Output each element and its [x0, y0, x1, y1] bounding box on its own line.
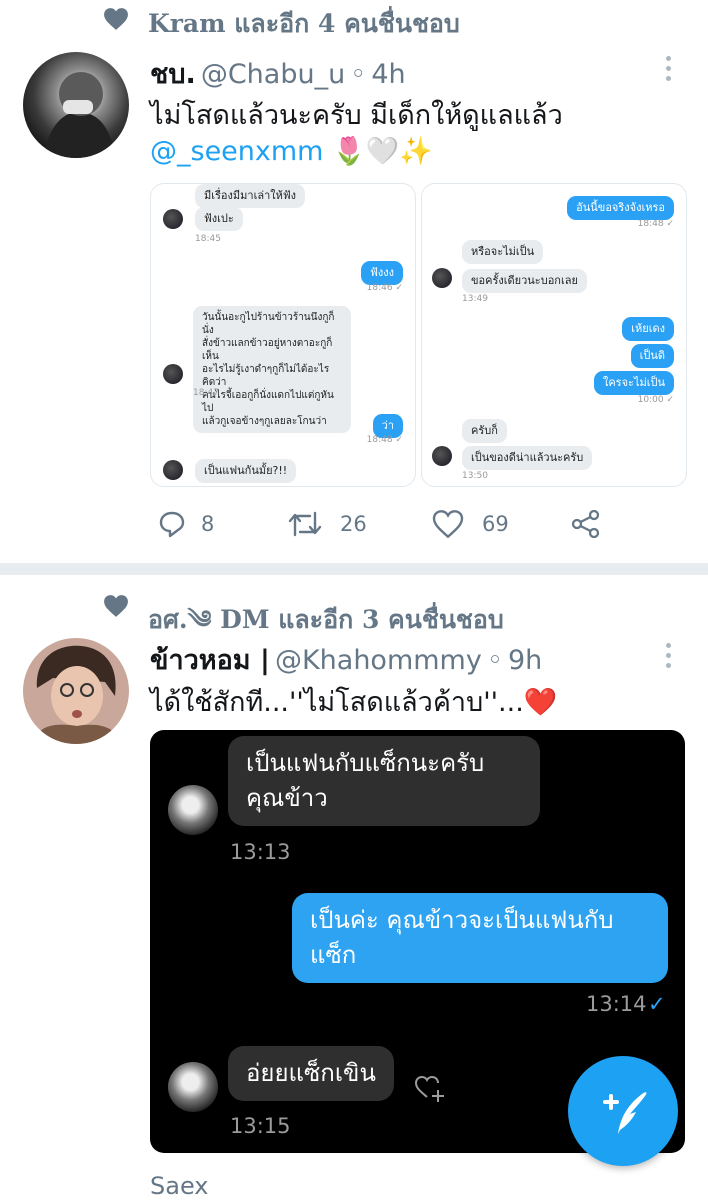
liked-by-text[interactable]: Kram และอีก 4 คนชื่นชอบ	[148, 4, 460, 44]
like-count: 69	[482, 512, 509, 536]
like-icon	[432, 510, 464, 539]
tweet-text: ไม่โสดแล้วนะครับ มีเด็กให้ดูแลแล้ว	[150, 100, 563, 131]
liked-heart-icon	[103, 7, 129, 31]
display-name[interactable]: ข้าวหอม |	[150, 645, 270, 676]
retweet-button[interactable]: 26	[287, 509, 367, 539]
message-time: 13:14	[586, 992, 647, 1016]
separator: ◦	[486, 645, 503, 676]
like-button[interactable]: 69	[432, 509, 509, 539]
message-time: 18:48 ✓	[366, 435, 403, 445]
message-bubble: มีเรื่องมีมาเล่าให้ฟัง	[195, 184, 306, 208]
user-line: ชบ. @Chabu_u ◦ 4h	[150, 52, 406, 95]
more-icon[interactable]	[666, 56, 672, 86]
share-button[interactable]	[570, 508, 602, 544]
message-bubble: ใครจะไม่เป็น	[593, 371, 674, 395]
retweet-count: 26	[340, 512, 367, 536]
timestamp[interactable]: 9h	[508, 645, 542, 676]
media-right[interactable]: อันนี้ขอจริงจังเหรอ 18:48 ✓ หรือจะไม่เป็…	[421, 183, 687, 487]
message-bubble: เป็นแฟนกับแซ็กนะครับ คุณข้าว	[228, 736, 540, 826]
message-bubble: หรือจะไม่เป็น	[462, 240, 544, 264]
tweet-text: ได้ใช้สักที...''ไม่โสดแล้วค้าบ''...❤️	[150, 687, 558, 718]
timestamp[interactable]: 4h	[371, 59, 405, 90]
handle[interactable]: @Khahommmy	[275, 645, 482, 676]
reply-icon	[159, 511, 185, 538]
avatar[interactable]	[23, 638, 129, 744]
user-line: ข้าวหอม | @Khahommmy ◦ 9h	[150, 638, 542, 681]
react-icon[interactable]	[412, 1070, 446, 1104]
chat-avatar	[168, 785, 218, 835]
share-icon	[571, 509, 600, 539]
watermark: Saex	[150, 1172, 209, 1200]
message-bubble: ขอครั้งเดียวนะบอกเลย	[462, 269, 587, 293]
chat-avatar	[163, 209, 183, 229]
message-bubble: ฟังเปะ	[195, 207, 243, 231]
message-bubble: ครับก็	[462, 419, 507, 443]
emojis: 🌷🤍✨	[332, 136, 433, 167]
message-time: 13:49	[462, 294, 488, 304]
tweet-divider	[0, 563, 708, 575]
message-time: 13:13	[230, 840, 291, 864]
message-time: 10:00 ✓	[637, 395, 674, 405]
more-icon[interactable]	[666, 643, 672, 673]
compose-icon	[603, 1092, 647, 1134]
reply-count: 8	[201, 512, 215, 536]
message-bubble: ฟังงง	[361, 261, 403, 285]
message-time: 18:46 ✓	[366, 283, 403, 293]
message-bubble: เป็นค่ะ คุณข้าวจะเป็นแฟนกับ แซ็ก	[292, 893, 668, 983]
compose-button[interactable]	[568, 1056, 678, 1166]
message-bubble: อ่ยยแซ็กเขิน	[228, 1046, 394, 1101]
chat-avatar	[163, 460, 183, 480]
message-bubble: เห้ยเดง	[622, 317, 674, 341]
display-name[interactable]: ชบ.	[150, 59, 196, 90]
message-bubble: เป็นดิ	[630, 344, 674, 368]
chat-avatar	[432, 446, 452, 466]
message-bubble: วันนั้นอะกูไปร้านข้าวร้านนึงกูก็นั่ง สั่…	[193, 306, 351, 433]
message-bubble: อันนี้ขอจริงจังเหรอ	[567, 196, 674, 220]
message-bubble: เป็นของดีน่าแล้วนะครับ	[462, 446, 593, 470]
retweet-icon	[288, 511, 322, 537]
message-time: 18:47	[193, 388, 219, 398]
reply-button[interactable]: 8	[157, 509, 214, 539]
handle[interactable]: @Chabu_u	[201, 59, 345, 90]
tweet-text-line2: @_seenxmm 🌷🤍✨	[150, 135, 433, 167]
chat-avatar	[432, 268, 452, 288]
chat-avatar	[168, 1062, 218, 1112]
chat-avatar	[163, 364, 183, 384]
mention-link[interactable]: @_seenxmm	[150, 136, 323, 167]
message-bubble: เป็นแฟนกันมั้ย?!!	[195, 459, 297, 483]
read-check-icon: ✓	[648, 992, 666, 1016]
message-time: 18:45	[195, 234, 221, 244]
avatar[interactable]	[23, 52, 129, 158]
media-left[interactable]: มีเรื่องมีมาเล่าให้ฟัง ฟังเปะ 18:45 ฟังง…	[150, 183, 416, 487]
message-time: 18:48 ✓	[637, 219, 674, 229]
separator: ◦	[350, 59, 367, 90]
liked-heart-icon	[103, 594, 129, 618]
message-time: 13:50	[462, 471, 488, 481]
message-time: 13:15	[230, 1114, 291, 1138]
